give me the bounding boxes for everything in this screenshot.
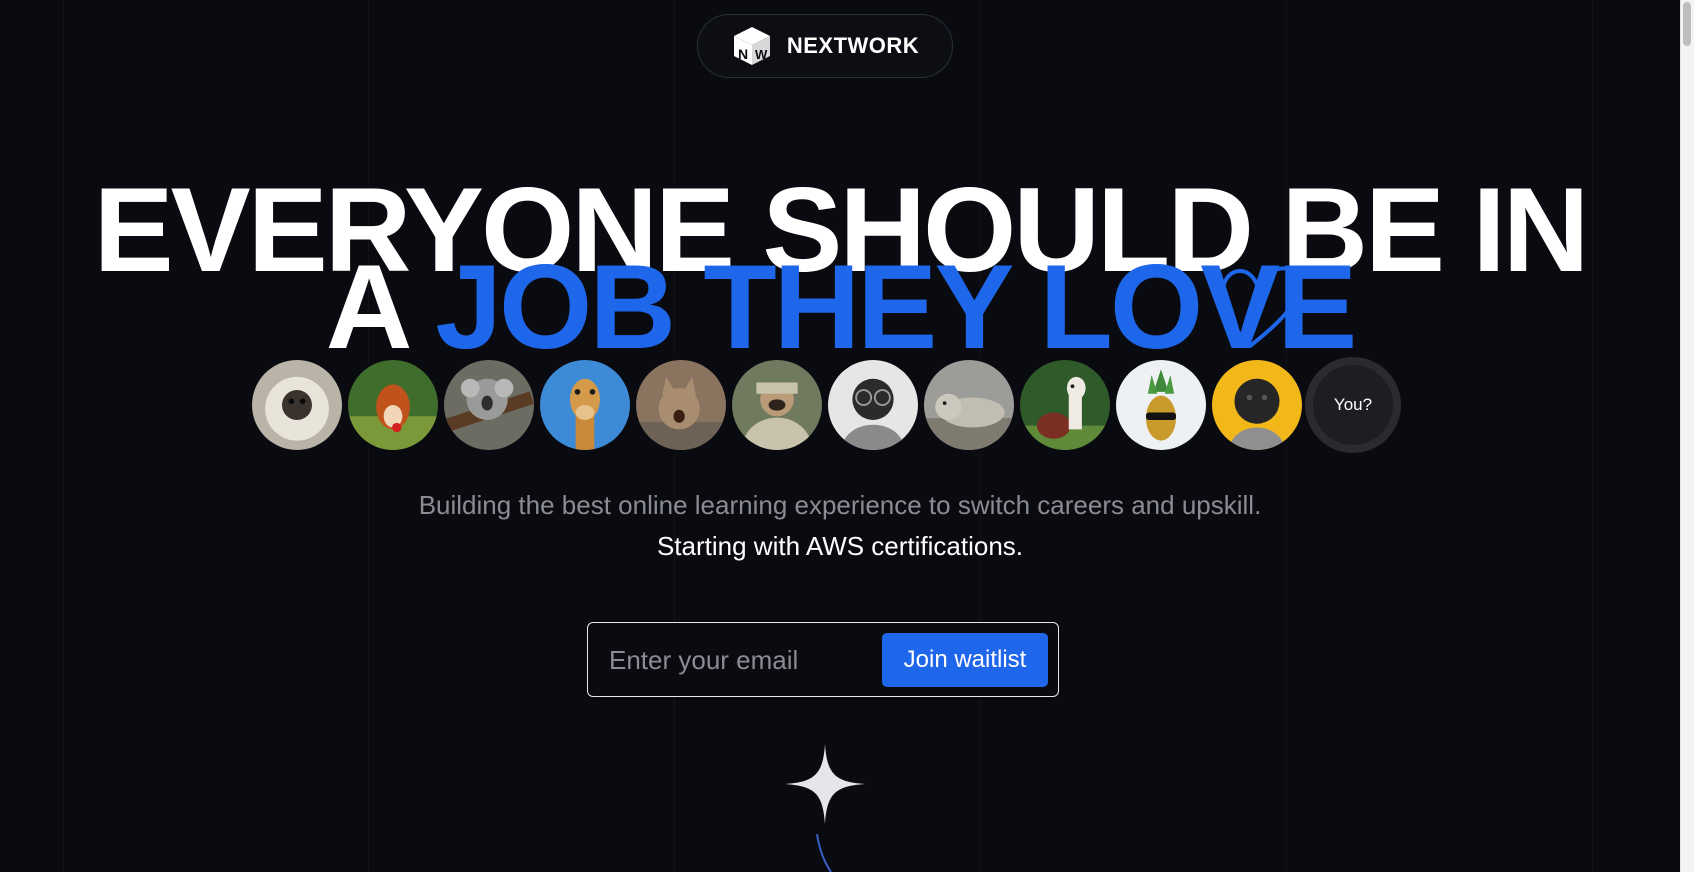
kitten-avatar [633, 357, 729, 453]
giraffe-avatar [537, 357, 633, 453]
brand-name: NEXTWORK [786, 33, 920, 58]
pineapple-sunglasses-avatar [1113, 357, 1209, 453]
join-waitlist-button[interactable]: Join waitlist [882, 633, 1048, 687]
grid-line [1592, 0, 1593, 872]
svg-text:W: W [755, 47, 768, 62]
brand-header[interactable]: N W NEXTWORK [697, 14, 953, 78]
nextwork-logo-icon: N W [733, 27, 770, 65]
koala-avatar [441, 357, 537, 453]
fluffy-pug-avatar [249, 357, 345, 453]
scrollbar-thumb[interactable] [1683, 2, 1691, 46]
sparkle-trail-icon [816, 834, 832, 872]
heart-outline-icon [1220, 266, 1301, 348]
hero-tagline: Starting with AWS certifications. [656, 531, 1024, 561]
page-viewport: N W NEXTWORK EVERYONE SHOULD BE IN A JOB… [0, 0, 1680, 872]
page-scrollbar[interactable] [1680, 0, 1694, 872]
waitlist-form: Join waitlist [587, 622, 1059, 697]
red-squirrel-avatar [345, 357, 441, 453]
pug-yellow-background-avatar [1209, 357, 1305, 453]
headline-line-2: A JOB THEY LOVE [0, 247, 1680, 367]
hero-subtitle: Building the best online learning experi… [418, 490, 1262, 520]
svg-text:N: N [738, 46, 748, 62]
pug-with-glasses-avatar [825, 357, 921, 453]
headline-prefix: A [325, 240, 436, 374]
sparkle-icon [785, 744, 865, 824]
you-placeholder-avatar: You? [1305, 357, 1401, 453]
pug-in-blanket-avatar [729, 357, 825, 453]
alpaca-avatar [1017, 357, 1113, 453]
seal-avatar [921, 357, 1017, 453]
email-input[interactable] [609, 637, 869, 683]
grid-line [63, 0, 64, 872]
